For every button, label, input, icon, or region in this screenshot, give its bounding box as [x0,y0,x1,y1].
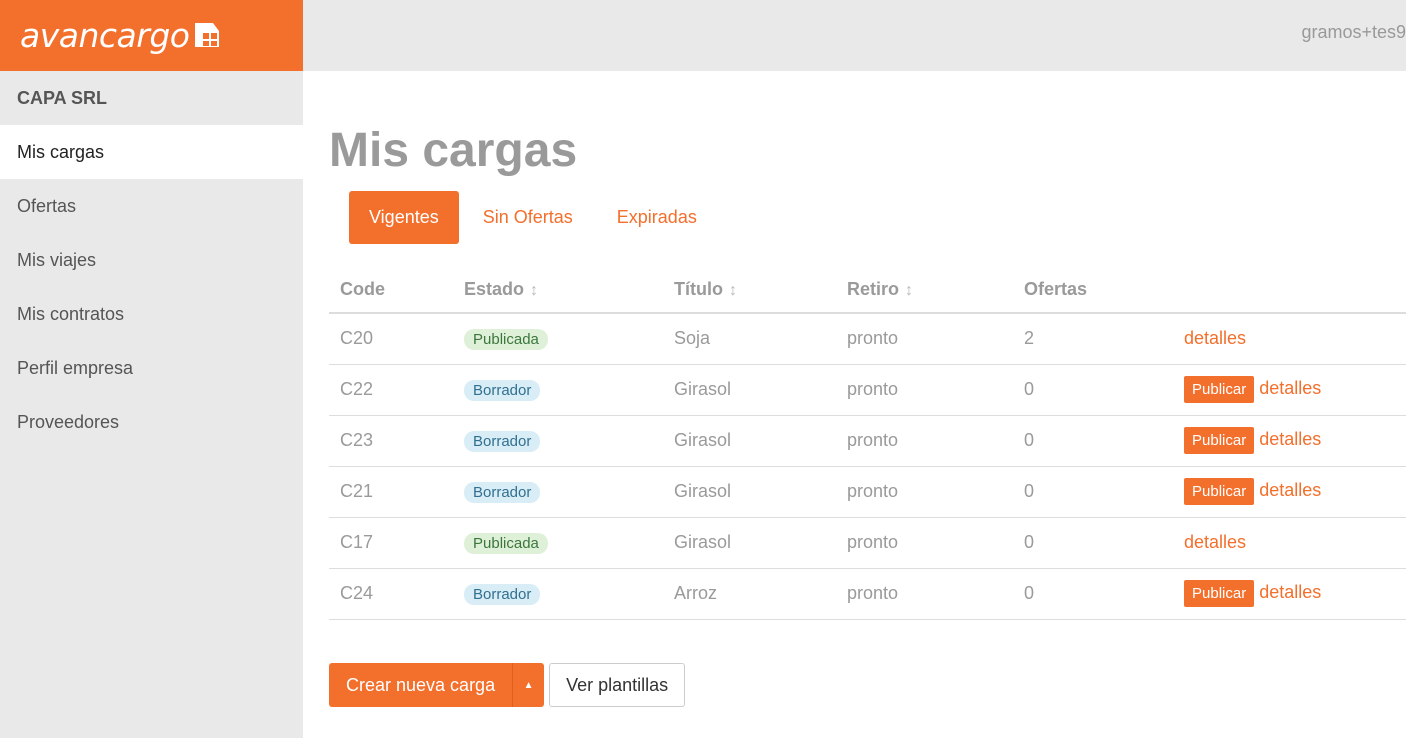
cell-estado: Borrador [453,364,663,416]
cell-code: C20 [329,313,453,365]
cell-ofertas: 0 [1013,517,1173,569]
cell-estado: Publicada [453,517,663,569]
cell-actions: detalles [1173,313,1406,365]
cargas-table: Code Estado ↕ Título ↕ Retiro ↕ Ofertas C20… [329,267,1406,620]
tab-vigentes[interactable]: Vigentes [349,191,459,244]
column-header-estado[interactable]: Estado ↕ [453,267,663,314]
status-badge: Borrador [464,481,541,503]
column-header-ofertas: Ofertas [1013,267,1173,314]
status-badge: Borrador [464,430,541,452]
details-link[interactable]: detalles [1259,429,1321,449]
cell-estado: Borrador [453,415,663,467]
cell-ofertas: 0 [1013,364,1173,416]
sidebar-item-mis-contratos[interactable]: Mis contratos [0,287,303,341]
column-header-titulo[interactable]: Título ↕ [663,267,836,314]
sidebar-item-mis-viajes[interactable]: Mis viajes [0,233,303,287]
top-bar: gramos+tes9 [303,0,1406,71]
sidebar: CAPA SRL Mis cargas Ofertas Mis viajes M… [0,71,303,738]
column-header-code: Code [329,267,453,314]
table-row: C17 Publicada Girasol pronto 0 detalles [329,517,1406,569]
sort-icon: ↕ [728,282,737,299]
cell-titulo: Soja [663,313,836,365]
details-link[interactable]: detalles [1184,532,1246,552]
publish-button[interactable]: Publicar [1184,580,1255,607]
cell-code: C23 [329,415,453,467]
details-link[interactable]: detalles [1184,328,1246,348]
status-badge: Publicada [464,328,548,350]
cell-actions: Publicar detalles [1173,466,1406,518]
cell-ofertas: 2 [1013,313,1173,365]
sort-icon: ↕ [530,282,539,299]
cell-retiro: pronto [836,364,1013,416]
cell-retiro: pronto [836,313,1013,365]
logo-text: avancargo [20,16,190,55]
table-row: C22 Borrador Girasol pronto 0 Publicar detalle… [329,364,1406,416]
user-menu[interactable]: gramos+tes9 [1301,22,1406,43]
table-row: C20 Publicada Soja pronto 2 detalles [329,313,1406,365]
status-badge: Borrador [464,583,541,605]
tab-sin-ofertas[interactable]: Sin Ofertas [463,191,593,244]
sidebar-item-ofertas[interactable]: Ofertas [0,179,303,233]
cell-actions: Publicar detalles [1173,364,1406,416]
caret-down-icon[interactable]: ▲ [512,663,544,707]
cell-titulo: Girasol [663,517,836,569]
page-title: Mis cargas [329,124,578,177]
actions-bar: Crear nueva carga ▲ Ver plantillas [329,663,686,707]
sidebar-item-perfil-empresa[interactable]: Perfil empresa [0,341,303,395]
details-link[interactable]: detalles [1259,582,1321,602]
sort-icon: ↕ [905,282,914,299]
table-row: C23 Borrador Girasol pronto 0 Publicar detalle… [329,415,1406,467]
cell-titulo: Arroz [663,568,836,620]
tabs: Vigentes Sin Ofertas Expiradas [349,191,721,244]
status-badge: Publicada [464,532,548,554]
table-header-row: Code Estado ↕ Título ↕ Retiro ↕ Ofertas [329,267,1406,314]
cell-actions: Publicar detalles [1173,568,1406,620]
sidebar-item-proveedores[interactable]: Proveedores [0,395,303,449]
table-row: C24 Borrador Arroz pronto 0 Publicar detalles [329,568,1406,620]
main-content: Mis cargas Vigentes Sin Ofertas Expirada… [303,71,1406,738]
cell-code: C21 [329,466,453,518]
create-load-button-group: Crear nueva carga ▲ [329,663,545,707]
truck-icon [195,22,220,47]
details-link[interactable]: detalles [1259,378,1321,398]
cell-titulo: Girasol [663,415,836,467]
cell-code: C22 [329,364,453,416]
cell-estado: Publicada [453,313,663,365]
sidebar-item-mis-cargas[interactable]: Mis cargas [0,125,303,179]
cell-retiro: pronto [836,415,1013,467]
company-name: CAPA SRL [17,87,107,108]
details-link[interactable]: detalles [1259,480,1321,500]
cell-retiro: pronto [836,517,1013,569]
cell-estado: Borrador [453,466,663,518]
status-badge: Borrador [464,379,541,401]
cell-ofertas: 0 [1013,466,1173,518]
table-row: C21 Borrador Girasol pronto 0 Publicar detalle… [329,466,1406,518]
publish-button[interactable]: Publicar [1184,427,1255,454]
cell-actions: Publicar detalles [1173,415,1406,467]
create-load-button[interactable]: Crear nueva carga [329,675,512,696]
cell-code: C24 [329,568,453,620]
table-body: C20 Publicada Soja pronto 2 detalles C22 Borrad… [329,313,1406,620]
cell-titulo: Girasol [663,364,836,416]
cell-estado: Borrador [453,568,663,620]
app-logo[interactable]: avancargo [0,0,303,71]
cell-retiro: pronto [836,466,1013,518]
publish-button[interactable]: Publicar [1184,376,1255,403]
column-header-retiro[interactable]: Retiro ↕ [836,267,1013,314]
cell-code: C17 [329,517,453,569]
publish-button[interactable]: Publicar [1184,478,1255,505]
cell-ofertas: 0 [1013,568,1173,620]
tab-expiradas[interactable]: Expiradas [597,191,717,244]
cell-titulo: Girasol [663,466,836,518]
cell-retiro: pronto [836,568,1013,620]
cell-ofertas: 0 [1013,415,1173,467]
cell-actions: detalles [1173,517,1406,569]
view-templates-button[interactable]: Ver plantillas [549,663,686,707]
column-header-actions [1173,267,1406,314]
